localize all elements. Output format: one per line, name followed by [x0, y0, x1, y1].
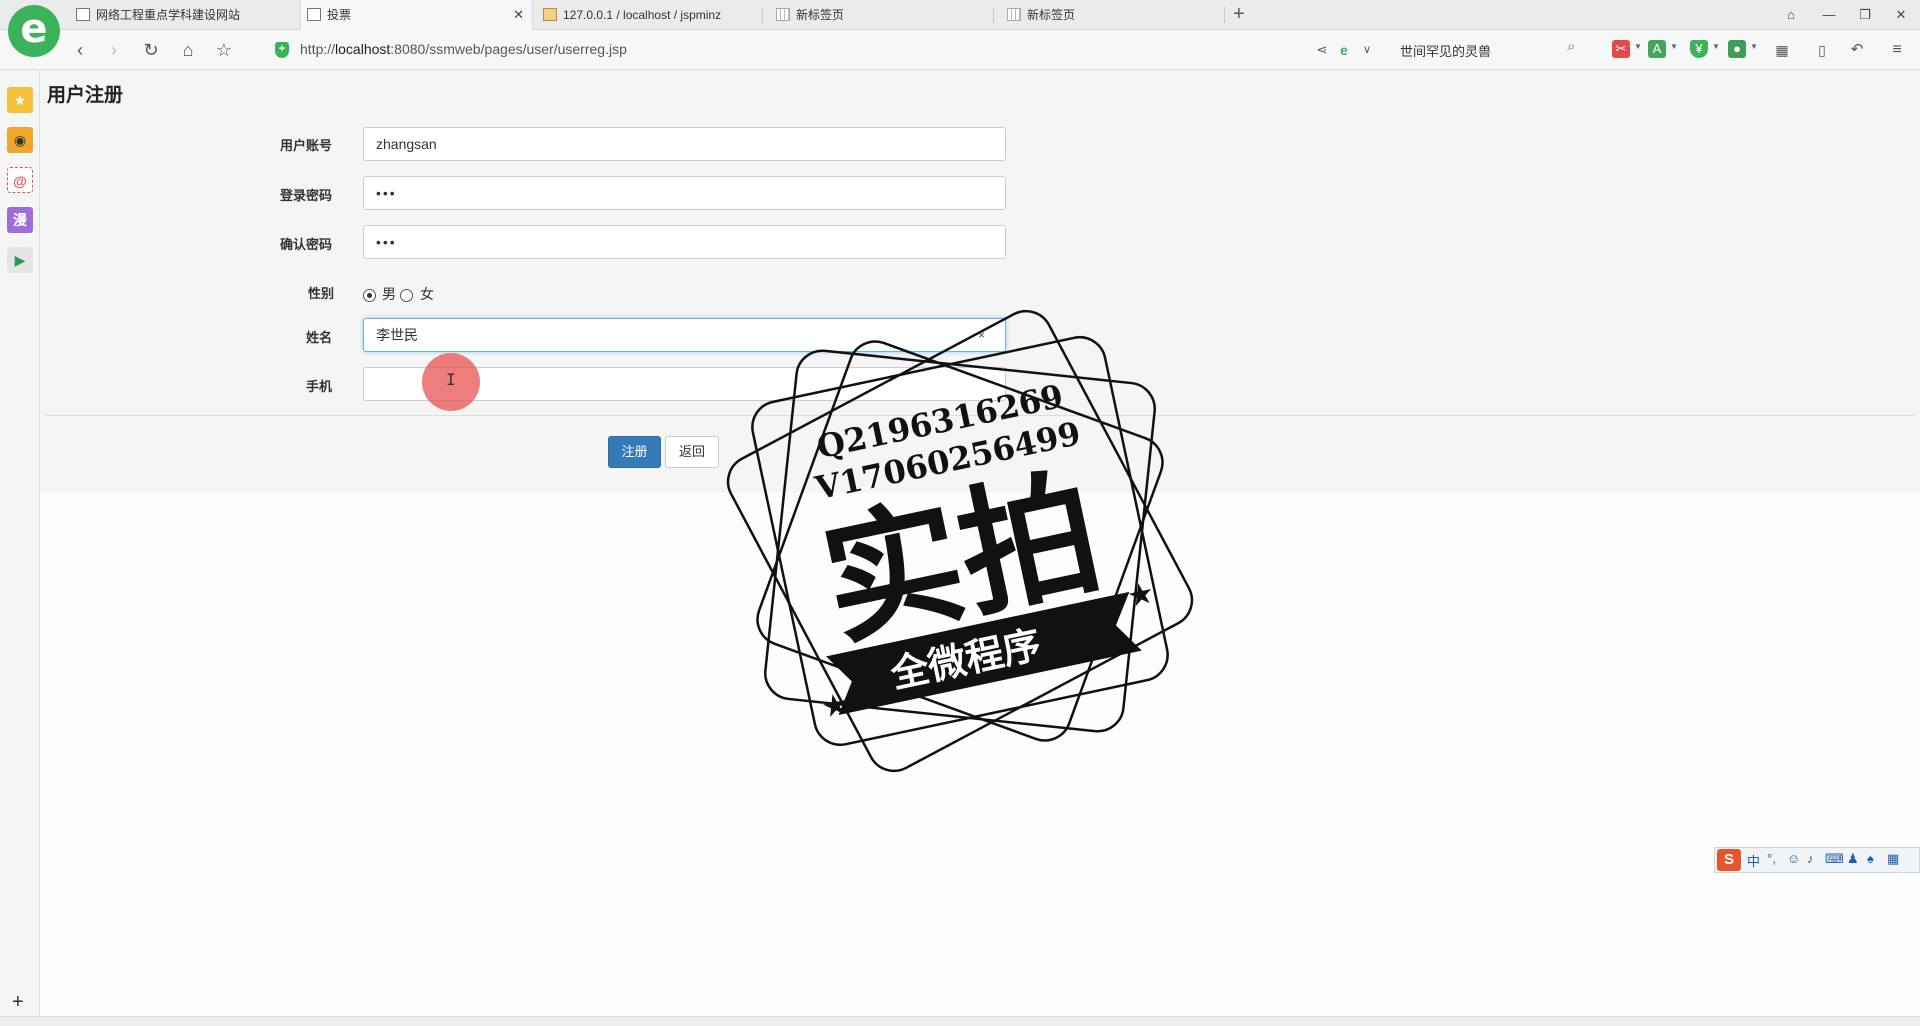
tab-separator [993, 7, 994, 23]
grid-icon[interactable]: ▦ [1887, 851, 1899, 867]
maximize-icon[interactable]: ❐ [1850, 0, 1880, 30]
confirm-password-label: 确认密码 [279, 237, 332, 252]
video-icon[interactable]: ▶ [7, 247, 33, 273]
logo-letter: e [20, 6, 48, 52]
phone-label: 手机 [305, 379, 332, 394]
status-bar [0, 1016, 1920, 1026]
phpmyadmin-icon [543, 8, 557, 21]
chevron-down-icon[interactable]: ▼ [1670, 42, 1678, 51]
reading-mode-icon[interactable]: ▯ [1810, 38, 1834, 62]
password-input[interactable]: ••• [363, 176, 1006, 210]
tab-separator [1224, 7, 1225, 23]
user-icon[interactable]: ♟ [1847, 851, 1859, 867]
comic-icon[interactable]: 漫 [7, 207, 33, 233]
search-icon[interactable]: ⌕ [1567, 38, 1575, 55]
menu-icon[interactable]: ≡ [1885, 38, 1909, 62]
ime-mode[interactable]: 中 [1747, 851, 1760, 870]
skin-icon[interactable]: ♠ [1867, 851, 1874, 866]
scissors-icon[interactable]: ✂ [1612, 40, 1630, 58]
url-prefix: http:// [300, 41, 336, 57]
url-host: localhost [335, 41, 391, 57]
star-icon: ★ [818, 687, 851, 725]
gender-female-label: 女 [420, 286, 434, 302]
password-label: 登录密码 [279, 188, 332, 203]
tab-separator [762, 7, 763, 23]
favorites-star-icon[interactable]: ★ [7, 87, 33, 113]
address-bar[interactable]: http://localhost:8080/ssmweb/pages/user/… [300, 41, 627, 57]
gender-label-text: 性别 [307, 286, 334, 301]
register-button[interactable]: 注册 [608, 436, 661, 468]
ie-mode-icon[interactable]: e [1332, 38, 1356, 62]
name-value: 李世民 [376, 327, 418, 343]
share-icon[interactable]: ⋖ [1310, 38, 1334, 62]
sogou-logo[interactable]: S [1717, 849, 1741, 871]
chevron-down-icon[interactable]: ▼ [1750, 42, 1758, 51]
keyboard-icon[interactable]: ⌨ [1825, 851, 1844, 867]
account-input[interactable]: zhangsan [363, 127, 1006, 161]
tab-network-site[interactable]: 网络工程重点学科建设网站 [70, 0, 300, 30]
back-icon[interactable]: ‹ [68, 38, 92, 62]
mail-icon[interactable]: @ [7, 167, 33, 193]
page-title: 用户注册 [47, 85, 124, 106]
shirt-icon[interactable]: ⌂ [1776, 0, 1806, 30]
chevron-down-icon[interactable]: ▼ [1634, 42, 1642, 51]
gender-male-radio[interactable] [363, 289, 376, 302]
gender-label: 性别 [40, 283, 334, 302]
ime-toolbar: S 中 °, ☺ ♪ ⌨ ♟ ♠ ▦ [1714, 847, 1920, 873]
confirm-password-input[interactable]: ••• [363, 225, 1006, 259]
new-tab-button[interactable]: + [1233, 0, 1245, 30]
weibo-icon[interactable]: ◉ [7, 127, 33, 153]
gender-female-radio[interactable] [400, 289, 413, 302]
text-cursor-icon: I [446, 370, 456, 389]
tab-label: 新标签页 [1027, 8, 1076, 22]
translate-icon[interactable]: A [1648, 40, 1666, 58]
home-icon[interactable]: ⌂ [176, 38, 200, 62]
tab-vote[interactable]: 投票 ✕ [300, 0, 533, 30]
undo-icon[interactable]: ↶ [1845, 38, 1869, 62]
navigation-bar: ‹ › ↻ ⌂ ☆ + http://localhost:8080/ssmweb… [0, 30, 1920, 70]
account-label: 用户账号 [279, 138, 332, 153]
apps-icon[interactable]: ▦ [1770, 38, 1794, 62]
emoji-icon[interactable]: ☺ [1787, 851, 1800, 866]
gamepad-icon[interactable]: ● [1728, 40, 1746, 58]
name-label: 姓名 [305, 330, 332, 345]
back-button[interactable]: 返回 [665, 436, 719, 468]
gender-male-label: 男 [382, 286, 396, 302]
url-path: :8080/ssmweb/pages/user/userreg.jsp [390, 41, 627, 57]
browser-logo[interactable]: e [8, 5, 60, 57]
watermark-stamp: Q2196316269 V17060256499 实拍 全微程序 ★ ★ [726, 309, 1194, 773]
close-window-icon[interactable]: ✕ [1886, 0, 1916, 30]
chevron-down-icon[interactable]: ∨ [1355, 38, 1379, 62]
microphone-icon[interactable]: ♪ [1807, 851, 1814, 866]
tab-new-2[interactable]: 新标签页 [1001, 0, 1201, 30]
title-bar: 网络工程重点学科建设网站 投票 ✕ 127.0.0.1 / localhost … [0, 0, 1920, 30]
tab-label: 新标签页 [796, 8, 845, 22]
minimize-icon[interactable]: — [1814, 0, 1844, 30]
forward-icon[interactable]: › [102, 38, 126, 62]
close-icon[interactable]: ✕ [513, 0, 524, 30]
grid-icon [1007, 8, 1021, 21]
refresh-icon[interactable]: ↻ [139, 38, 163, 62]
chevron-down-icon[interactable]: ▼ [1712, 42, 1720, 51]
grid-icon [776, 8, 790, 21]
page-icon [307, 8, 321, 21]
security-icon[interactable]: ¥ [1690, 40, 1708, 58]
tab-label: 网络工程重点学科建设网站 [96, 8, 241, 22]
tab-new-1[interactable]: 新标签页 [770, 0, 970, 30]
tab-label: 投票 [327, 8, 352, 22]
sidebar: ★ ◉ @ 漫 ▶ + [0, 70, 40, 1016]
tab-label: 127.0.0.1 / localhost / jspminz [563, 8, 722, 22]
shield-icon: + [275, 42, 289, 58]
add-sidebar-icon[interactable]: + [12, 991, 24, 1014]
page-icon [76, 8, 90, 21]
tab-phpmyadmin[interactable]: 127.0.0.1 / localhost / jspminz [537, 0, 737, 30]
punctuation-icon[interactable]: °, [1767, 851, 1776, 866]
search-input[interactable]: 世间罕见的灵兽 [1400, 41, 1580, 61]
star-icon[interactable]: ☆ [212, 38, 236, 62]
